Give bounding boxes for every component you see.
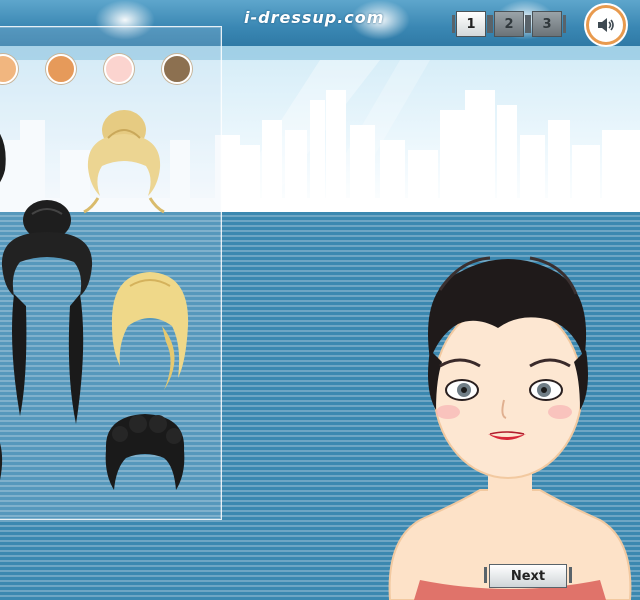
page-selector: 1 2 3 <box>452 11 570 37</box>
hair-option-black-curly-short[interactable] <box>100 410 190 494</box>
page-button-3[interactable]: 3 <box>528 11 566 37</box>
dressup-model <box>388 256 632 600</box>
hair-option-partial[interactable] <box>0 420 8 480</box>
next-button[interactable]: Next <box>484 564 572 588</box>
hair-option-partial[interactable] <box>0 110 20 200</box>
page-button-2[interactable]: 2 <box>490 11 528 37</box>
speaker-icon <box>598 18 614 32</box>
site-logo[interactable]: i-dressup.com <box>244 8 384 27</box>
hair-option-black-long-pigtail-updo[interactable] <box>0 196 102 428</box>
page-button-1[interactable]: 1 <box>452 11 490 37</box>
color-swatch[interactable] <box>104 54 134 84</box>
color-swatch[interactable] <box>46 54 76 84</box>
sound-toggle-button[interactable] <box>586 5 626 45</box>
hair-option-blonde-bob[interactable] <box>106 266 192 394</box>
game-stage: i-dressup.com 1 2 3 Next <box>0 0 640 600</box>
color-swatch[interactable] <box>162 54 192 84</box>
